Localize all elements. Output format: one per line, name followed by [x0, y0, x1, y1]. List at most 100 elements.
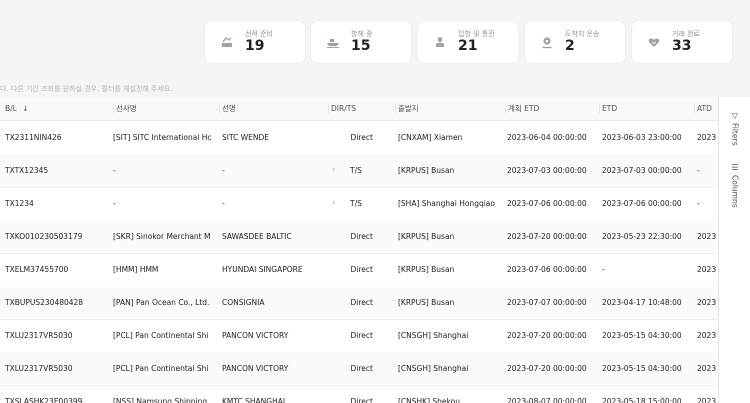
column-header-carrier[interactable]: 선사명 — [113, 97, 137, 120]
column-header-etd[interactable]: ETD — [598, 97, 617, 120]
cell-pol: [SHA] Shanghai Hongqiao — [398, 199, 495, 208]
cell-planned-etd: 2023-07-06 00:00:00 — [507, 199, 587, 208]
cell-bl: TXKO010230503179 — [5, 232, 83, 241]
cell-etd: 2023-06-03 23:00:00 — [602, 133, 682, 142]
cell-atd: 2023 — [697, 265, 717, 274]
cell-dirts: Direct — [350, 331, 373, 340]
cell-pol: [CNSGH] Shanghai — [398, 364, 469, 373]
cell-carrier: [SKR] Sinokor Merchant M — [113, 232, 211, 241]
cell-planned-etd: 2023-08-07 00:00:00 — [507, 397, 587, 403]
cell-carrier: [PCL] Pan Continental Shi — [113, 331, 209, 340]
cell-vessel: - — [222, 199, 225, 208]
table-row[interactable]: TXELM37455700 [HMM] HMM HYUNDAI SINGAPOR… — [0, 253, 718, 287]
cell-vessel: CONSIGNIA — [222, 298, 265, 307]
cell-dirts: Direct — [350, 364, 373, 373]
package-icon — [216, 31, 238, 53]
cell-carrier: [NSS] Namsung Shipping — [113, 397, 208, 403]
columns-tab[interactable]: ☰ Columns — [719, 163, 750, 208]
cell-atd: - — [697, 166, 700, 175]
ship-icon — [322, 31, 344, 53]
expand-chevron-icon[interactable]: › — [332, 154, 336, 187]
stat-card-sailing[interactable]: 항해 중 15 — [311, 21, 411, 63]
cell-dirts: T/S — [350, 199, 362, 208]
cell-vessel: - — [222, 166, 225, 175]
table-row[interactable]: TXKO010230503179 [SKR] Sinokor Merchant … — [0, 220, 718, 254]
cell-carrier: - — [113, 199, 116, 208]
shipment-table: B/L ↓ 선사명 선명 DIR/TS 출발지 계획 ETD ETD ATD T… — [0, 97, 718, 403]
cell-planned-etd: 2023-07-06 00:00:00 — [507, 265, 587, 274]
cell-pol: [KRPUS] Busan — [398, 232, 455, 241]
cell-atd: - — [697, 199, 700, 208]
customs-icon — [429, 31, 451, 53]
cell-atd: 2023 — [697, 364, 717, 373]
cell-vessel: HYUNDAI SINGAPORE — [222, 265, 303, 274]
table-row[interactable]: TXSLASHK23E00399 [NSS] Namsung Shipping … — [0, 385, 718, 403]
sort-desc-icon[interactable]: ↓ — [22, 104, 28, 113]
cell-bl: TXBUPUS230480428 — [5, 298, 84, 307]
column-header-vessel[interactable]: 선명 — [219, 97, 236, 120]
cell-vessel: PANCON VICTORY — [222, 331, 289, 340]
cell-etd: 2023-05-23 22:30:00 — [602, 232, 682, 241]
stat-value: 2 — [565, 38, 575, 54]
cell-pol: [CNXAM] Xiamen — [398, 133, 463, 142]
cell-bl: TX2311NIN426 — [5, 133, 62, 142]
expand-chevron-icon[interactable]: › — [332, 187, 336, 220]
column-header-planned-etd[interactable]: 계획 ETD — [504, 97, 539, 120]
columns-label: Columns — [730, 175, 740, 208]
cell-vessel: KMTC SHANGHAI — [222, 397, 286, 403]
cell-bl: TXTX12345 — [5, 166, 49, 175]
stat-value: 15 — [351, 38, 371, 54]
cell-atd: 2023 — [697, 232, 717, 241]
filters-label: Filters — [730, 123, 740, 146]
cell-carrier: [PAN] Pan Ocean Co., Ltd. — [113, 298, 210, 307]
cell-pol: [KRPUS] Busan — [398, 166, 455, 175]
cell-dirts: Direct — [350, 265, 373, 274]
cell-atd: 2023 — [697, 331, 717, 340]
status-summary: 선적 준비 19 항해 중 15 입항 및 통관 21 도착지 운송 2 거래 … — [205, 21, 750, 63]
handshake-icon — [643, 31, 665, 53]
filters-tab[interactable]: ▽ Filters — [719, 111, 750, 145]
table-row[interactable]: TXBUPUS230480428 [PAN] Pan Ocean Co., Lt… — [0, 286, 718, 320]
cell-carrier: [SIT] SITC International Hc — [113, 133, 212, 142]
cell-etd: 2023-07-06 00:00:00 — [602, 199, 682, 208]
cell-vessel: SAWASDEE BALTIC — [222, 232, 292, 241]
table-row[interactable]: TX1234 - - › T/S [SHA] Shanghai Hongqiao… — [0, 187, 718, 221]
cell-dirts: Direct — [350, 232, 373, 241]
cell-bl: TXSLASHK23E00399 — [5, 397, 83, 403]
table-row[interactable]: TXTX12345 - - › T/S [KRPUS] Busan 2023-0… — [0, 154, 718, 188]
cell-pol: [CNSHK] Shekou — [398, 397, 460, 403]
cell-pol: [CNSGH] Shanghai — [398, 331, 469, 340]
cell-dirts: T/S — [350, 166, 362, 175]
cell-etd: 2023-05-15 04:30:00 — [602, 331, 682, 340]
cell-planned-etd: 2023-07-20 00:00:00 — [507, 331, 587, 340]
location-pin-icon — [536, 31, 558, 53]
cell-pol: [KRPUS] Busan — [398, 298, 455, 307]
column-header-pol[interactable]: 출발지 — [395, 97, 419, 120]
cell-bl: TXLU2317VR5030 — [5, 364, 73, 373]
column-header-bl[interactable]: B/L ↓ — [5, 97, 29, 120]
column-header-atd[interactable]: ATD — [694, 97, 712, 120]
cell-atd: 2023 — [697, 298, 717, 307]
cell-etd: 2023-05-15 04:30:00 — [602, 364, 682, 373]
cell-atd: 2023 — [697, 397, 717, 403]
cell-dirts: Direct — [350, 298, 373, 307]
cell-planned-etd: 2023-07-20 00:00:00 — [507, 364, 587, 373]
side-panel: ▽ Filters ☰ Columns — [718, 97, 750, 403]
stat-value: 21 — [458, 38, 478, 54]
cell-etd: - — [602, 265, 605, 274]
cell-pol: [KRPUS] Busan — [398, 265, 455, 274]
cell-carrier: [PCL] Pan Continental Shi — [113, 364, 209, 373]
cell-vessel: PANCON VICTORY — [222, 364, 289, 373]
table-row[interactable]: TX2311NIN426 [SIT] SITC International Hc… — [0, 121, 718, 155]
stat-card-customs[interactable]: 입항 및 통관 21 — [418, 21, 518, 63]
stat-card-complete[interactable]: 거래 완료 33 — [632, 21, 732, 63]
table-row[interactable]: TXLU2317VR5030 [PCL] Pan Continental Shi… — [0, 352, 718, 386]
cell-planned-etd: 2023-06-04 00:00:00 — [507, 133, 587, 142]
table-row[interactable]: TXLU2317VR5030 [PCL] Pan Continental Shi… — [0, 319, 718, 353]
cell-carrier: - — [113, 166, 116, 175]
stat-card-ready[interactable]: 선적 준비 19 — [205, 21, 305, 63]
column-header-dirts[interactable]: DIR/TS — [327, 97, 356, 120]
stat-card-delivery[interactable]: 도착지 운송 2 — [525, 21, 625, 63]
cell-planned-etd: 2023-07-07 00:00:00 — [507, 298, 587, 307]
columns-icon: ☰ — [731, 163, 739, 172]
